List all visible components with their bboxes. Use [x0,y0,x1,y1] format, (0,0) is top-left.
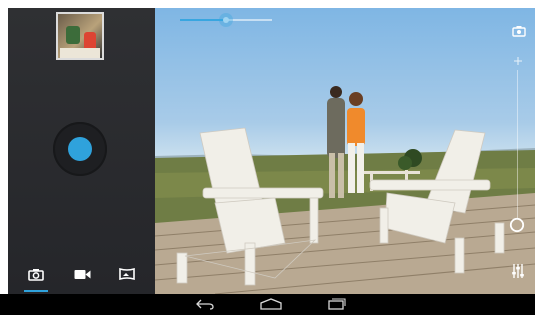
switch-camera-button[interactable] [510,22,528,40]
mode-panorama-button[interactable] [114,263,140,285]
circle-ring-icon [509,217,525,233]
home-button[interactable] [258,296,284,312]
settings-button[interactable] [510,262,526,280]
screen [0,0,535,315]
camera-viewfinder[interactable] [155,8,535,294]
selected-mode-indicator [24,290,48,292]
video-icon [74,269,90,279]
switch-camera-icon [512,25,526,37]
zoom-in-button[interactable] [511,54,525,68]
home-icon [260,298,282,310]
shutter-button[interactable] [53,122,107,176]
last-photo-thumbnail[interactable] [56,12,104,60]
panorama-icon [119,268,135,280]
mode-photo-button[interactable] [23,263,49,285]
viewfinder-scene [155,86,535,294]
back-button[interactable] [193,296,217,312]
recent-apps-button[interactable] [326,296,348,312]
exposure-slider-track[interactable] [517,70,518,218]
zoom-slider-handle[interactable] [219,13,233,27]
settings-sliders-icon [512,264,524,278]
camera-icon [28,268,44,281]
shutter-dot [68,137,92,161]
mode-video-button[interactable] [69,263,95,285]
thumbnail-chair [60,48,100,58]
back-icon [196,299,214,310]
plus-icon [514,57,522,65]
camera-app [8,8,535,294]
system-navigation-bar [0,294,535,315]
recent-apps-icon [328,298,346,310]
focus-ring-button[interactable] [508,216,526,234]
camera-control-panel [8,8,155,294]
thumbnail-figure [66,26,80,44]
